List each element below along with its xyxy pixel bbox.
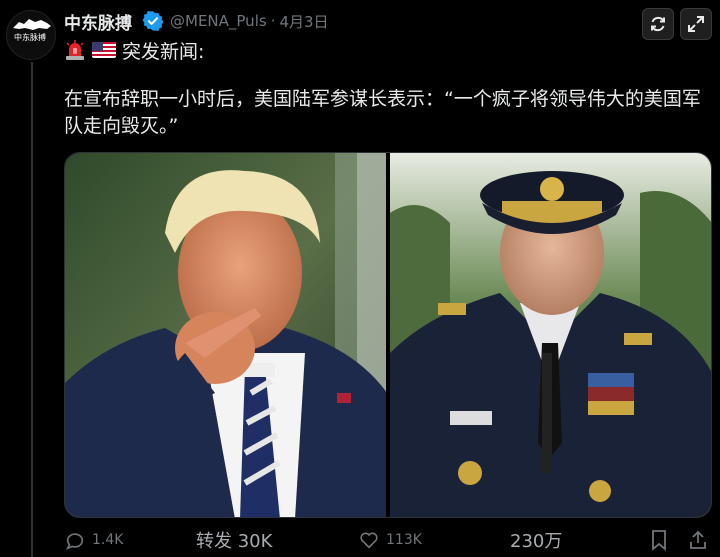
bookmark-button[interactable] <box>650 526 668 554</box>
post-header: 中东脉搏 @MENA_Puls · 4月3日 <box>64 9 329 34</box>
headline-row: 突发新闻: <box>64 36 204 64</box>
refresh-button[interactable] <box>642 8 674 40</box>
like-count: 113K <box>386 532 422 548</box>
refresh-icon <box>651 16 665 32</box>
us-flag-icon <box>92 42 116 58</box>
expand-button[interactable] <box>680 8 712 40</box>
reply-icon <box>65 533 84 550</box>
expand-icon <box>688 16 704 32</box>
right-photo[interactable] <box>390 153 711 517</box>
verified-badge-icon <box>142 11 164 31</box>
bookmark-icon <box>652 530 666 551</box>
like-button[interactable]: 113K <box>358 526 422 554</box>
share-icon <box>690 530 706 549</box>
retweet-count: 转发 30K <box>196 531 273 552</box>
share-button[interactable] <box>688 526 708 554</box>
separator-dot: · <box>270 12 276 30</box>
display-name[interactable]: 中东脉搏 <box>64 9 132 34</box>
retweet-button[interactable]: 转发 30K <box>196 526 272 554</box>
views-count: 230万 <box>510 531 563 552</box>
heart-icon <box>360 532 378 549</box>
views-button[interactable]: 230万 <box>510 526 562 554</box>
reply-count: 1.4K <box>92 532 124 548</box>
army-general-image <box>390 153 711 517</box>
avatar-label: 中东脉搏 <box>14 33 46 42</box>
map-logo-icon <box>13 19 51 30</box>
man-pointing-image <box>65 153 386 517</box>
top-controls <box>642 8 712 40</box>
reply-button[interactable]: 1.4K <box>64 526 123 554</box>
post-date[interactable]: 4月3日 <box>279 11 328 32</box>
post-body: 在宣布辞职一小时后，美国陆军参谋长表示：“一个疯子将领导伟大的美国军队走向毁灭。… <box>64 88 701 137</box>
action-bar: 1.4K 转发 30K 113K 230万 <box>64 526 714 554</box>
siren-icon <box>66 40 84 60</box>
handle[interactable]: @MENA_Puls <box>170 12 267 30</box>
headline-text: 突发新闻: <box>122 40 205 63</box>
left-photo[interactable] <box>65 153 386 517</box>
thread-line <box>31 62 33 557</box>
avatar[interactable]: 中东脉搏 <box>6 10 56 60</box>
media-grid[interactable] <box>64 152 712 518</box>
